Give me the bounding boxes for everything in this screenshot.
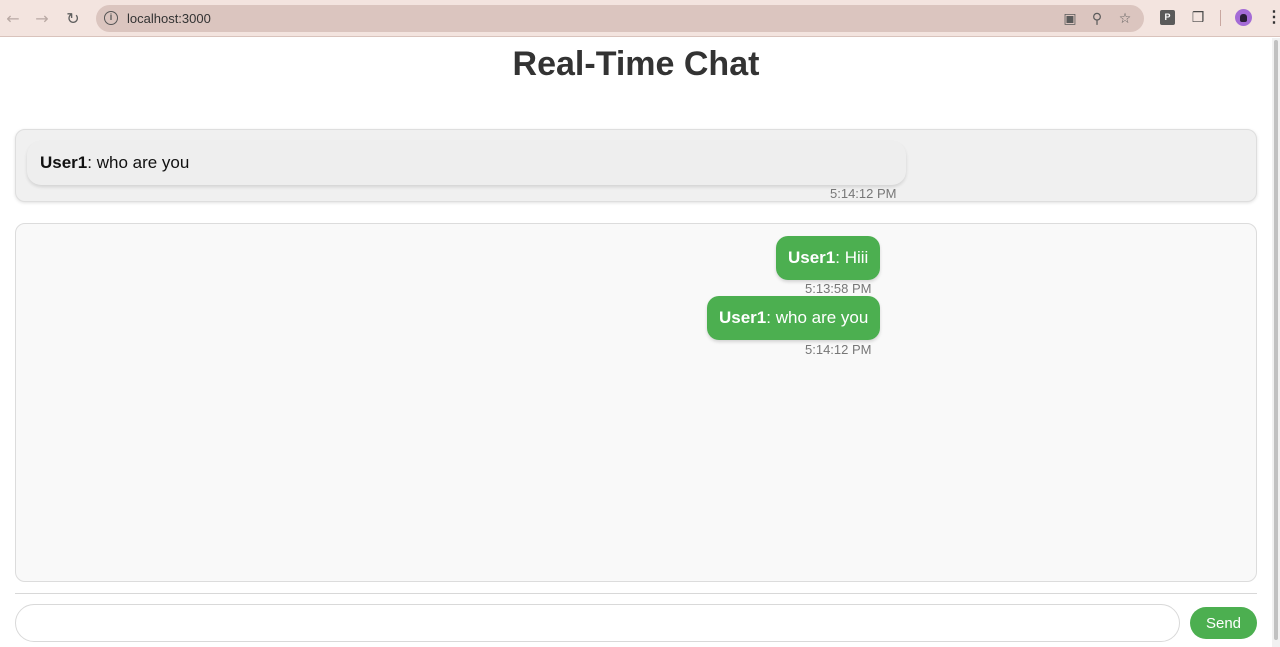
forward-arrow-icon[interactable]: →	[31, 7, 53, 29]
divider-line	[15, 593, 1257, 594]
message-timestamp: 5:14:12 PM	[830, 186, 897, 201]
zoom-icon[interactable]: ⚲	[1087, 9, 1107, 29]
extensions-puzzle-icon[interactable]: ❒	[1188, 8, 1208, 28]
message-timestamp: 5:14:12 PM	[805, 342, 872, 357]
browser-toolbar: ← → ↻ i localhost:3000 ▣ ⚲ ☆ P ❒ ⋮	[0, 0, 1280, 37]
install-app-icon[interactable]: ▣	[1060, 9, 1080, 29]
message-input[interactable]	[15, 604, 1180, 642]
message-text: : who are you	[87, 153, 190, 172]
message-text: : who are you	[766, 308, 869, 327]
site-info-icon[interactable]: i	[104, 11, 118, 25]
scrollbar-thumb[interactable]	[1274, 40, 1278, 640]
bookmark-star-icon[interactable]: ☆	[1115, 9, 1135, 29]
chat-message-bubble: User1: Hiii	[776, 236, 881, 280]
latest-message-panel: User1: who are you 5:14:12 PM	[15, 129, 1257, 202]
chat-message-bubble: User1: who are you	[707, 296, 881, 340]
message-text: : Hiii	[835, 248, 869, 267]
extension-p-icon[interactable]: P	[1160, 10, 1175, 25]
message-username: User1	[40, 153, 88, 172]
page-title: Real-Time Chat	[512, 45, 760, 83]
reload-icon[interactable]: ↻	[62, 7, 84, 29]
browser-menu-icon[interactable]: ⋮	[1266, 9, 1280, 27]
message-username: User1	[719, 308, 767, 327]
message-timestamp: 5:13:58 PM	[805, 281, 872, 296]
latest-message-bubble: User1: who are you	[27, 141, 906, 185]
chat-messages-panel[interactable]: User1: Hiii 5:13:58 PM User1: who are yo…	[15, 223, 1257, 582]
send-button[interactable]: Send	[1190, 607, 1257, 639]
toolbar-divider	[1220, 10, 1221, 26]
message-username: User1	[788, 248, 836, 267]
back-arrow-icon[interactable]: ←	[2, 7, 24, 29]
address-bar[interactable]: i localhost:3000 ▣ ⚲ ☆	[96, 5, 1144, 32]
profile-avatar[interactable]	[1235, 9, 1252, 26]
url-text: localhost:3000	[127, 11, 211, 26]
